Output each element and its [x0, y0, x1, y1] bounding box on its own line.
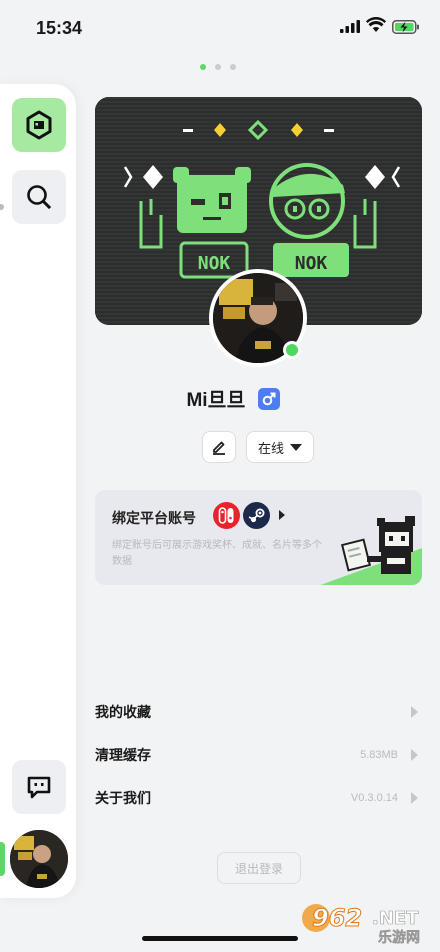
bind-platform-card[interactable]: 绑定平台账号 绑定账号后可展示游戏奖杯、成就、名片等多个数据: [95, 490, 422, 585]
menu-item-label: 我的收藏: [95, 704, 151, 720]
banner-tag-right: NOK: [295, 253, 328, 274]
chevron-right-icon: [411, 792, 418, 804]
status-time: 15:34: [36, 18, 83, 38]
sidebar-active-indicator: [0, 842, 5, 876]
nintendo-switch-icon[interactable]: [213, 502, 240, 529]
cellular-signal-icon: [340, 20, 360, 33]
sidebar-item-home[interactable]: [12, 98, 66, 152]
cache-size-value: 5.83MB: [360, 749, 398, 761]
site-watermark-logo: 962 .NET 乐游网: [302, 904, 420, 946]
menu-item-favorites[interactable]: 我的收藏: [95, 697, 422, 727]
search-icon: [27, 185, 52, 210]
app-version-value: V0.3.0.14: [350, 792, 398, 804]
sidebar-avatar[interactable]: [10, 830, 68, 888]
menu-item-about[interactable]: 关于我们 V0.3.0.14: [95, 783, 422, 813]
page-dot-3[interactable]: [230, 64, 236, 70]
user-photo-icon: [10, 830, 68, 888]
sidebar-item-messages[interactable]: [12, 760, 66, 814]
menu-item-label: 清理缓存: [95, 747, 151, 763]
bind-card-title: 绑定平台账号: [112, 510, 196, 526]
sidebar-item-search[interactable]: [12, 170, 66, 224]
sidebar: [0, 84, 76, 898]
banner-tag-left: NOK: [198, 253, 231, 274]
username-row: Mi旦旦: [0, 385, 440, 412]
steam-logo-icon: [248, 508, 264, 522]
page-dot-2[interactable]: [215, 64, 221, 70]
logout-button[interactable]: 退出登录: [217, 852, 301, 884]
caret-down-icon: [290, 443, 302, 451]
menu-item-clear-cache[interactable]: 清理缓存 5.83MB: [95, 740, 422, 770]
bind-card-description: 绑定账号后可展示游戏奖杯、成就、名片等多个数据: [112, 540, 322, 567]
switch-logo-icon: [218, 507, 234, 524]
steam-icon[interactable]: [243, 502, 270, 529]
caret-right-icon: [279, 510, 285, 520]
sidebar-edge-dot: [0, 204, 4, 210]
pencil-icon: [213, 441, 225, 455]
status-bar: 15:34: [0, 0, 440, 56]
chat-bubble-icon: [27, 776, 51, 799]
wifi-icon: [366, 17, 386, 32]
gender-badge: [257, 387, 280, 410]
hexagon-box-icon: [26, 110, 52, 140]
username: Mi旦旦: [186, 390, 246, 411]
svg-text:乐游网: 乐游网: [378, 929, 420, 946]
chevron-right-icon: [411, 749, 418, 761]
svg-text:962: 962: [312, 904, 362, 932]
pixel-mascot-illustration: [320, 516, 422, 585]
chevron-right-icon: [411, 706, 418, 718]
svg-text:.NET: .NET: [372, 908, 419, 929]
page-dot-1[interactable]: [200, 64, 206, 70]
page-indicator[interactable]: [200, 64, 236, 70]
online-status-dot: [283, 341, 301, 359]
menu-item-label: 关于我们: [95, 790, 151, 806]
online-status-label: 在线: [257, 440, 284, 456]
online-status-dropdown[interactable]: 在线: [246, 431, 314, 463]
edit-profile-button[interactable]: [202, 431, 236, 463]
battery-charging-icon: [392, 20, 419, 34]
male-icon: [262, 392, 276, 405]
home-indicator[interactable]: [142, 936, 298, 941]
